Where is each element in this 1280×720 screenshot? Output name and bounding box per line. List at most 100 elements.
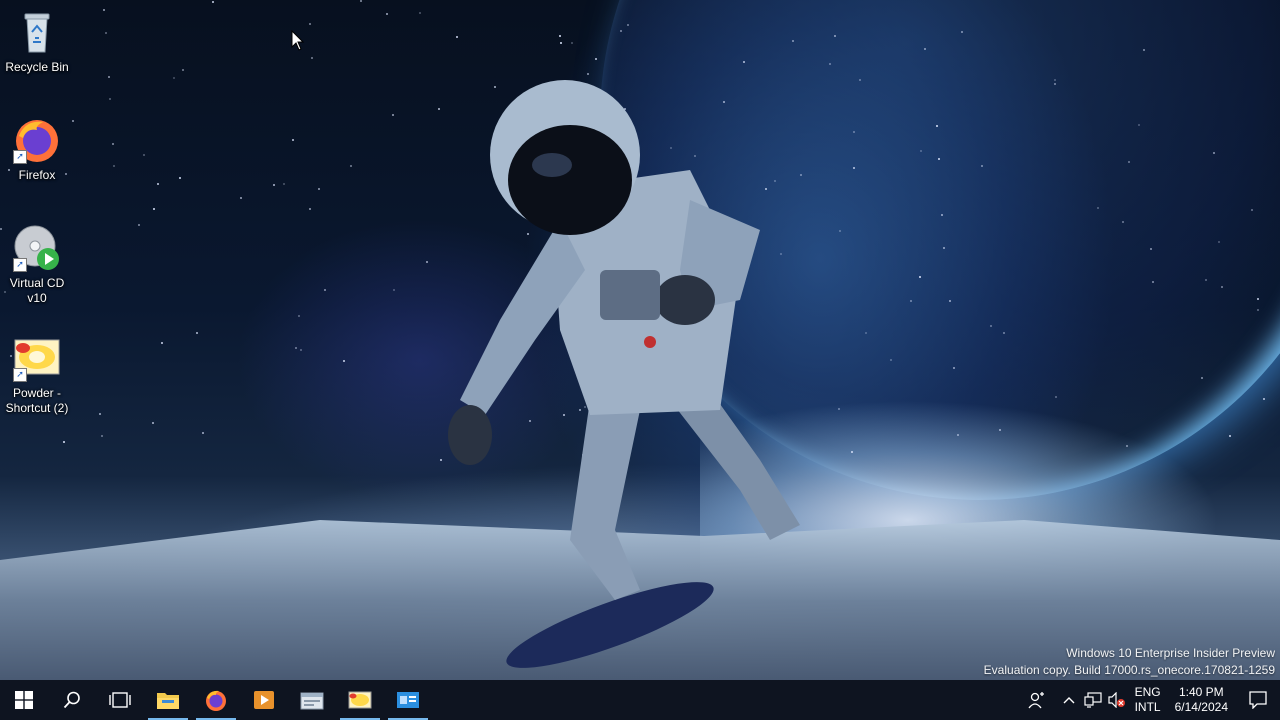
- powder-taskbar-button[interactable]: [336, 680, 384, 720]
- firefox-icon: ➚: [13, 116, 61, 164]
- star: [990, 325, 992, 327]
- task-view-icon: [109, 692, 131, 708]
- network-icon: [1083, 692, 1102, 708]
- star: [196, 332, 198, 334]
- windows-evaluation-watermark: Windows 10 Enterprise Insider Preview Ev…: [984, 645, 1275, 679]
- star: [920, 150, 922, 152]
- star: [1150, 248, 1152, 250]
- task-view-button[interactable]: [96, 680, 144, 720]
- wallpaper-astronaut: [448, 80, 800, 668]
- star: [202, 432, 204, 434]
- star: [240, 197, 242, 199]
- star: [865, 332, 867, 334]
- shortcut-arrow-icon: ➚: [13, 150, 27, 164]
- star: [138, 224, 140, 226]
- shortcut-arrow-icon: ➚: [13, 368, 27, 382]
- star: [283, 183, 285, 185]
- star: [108, 76, 110, 78]
- desktop-icon-label: Virtual CD v10: [9, 276, 65, 305]
- star: [941, 214, 943, 216]
- star: [392, 114, 394, 116]
- star: [360, 0, 362, 2]
- start-button[interactable]: [0, 680, 48, 720]
- desktop-icon-powder[interactable]: ➚ Powder - Shortcut (2): [2, 334, 72, 416]
- star: [300, 349, 302, 351]
- search-button[interactable]: [48, 680, 96, 720]
- star: [999, 429, 1001, 431]
- action-center-button[interactable]: [1236, 680, 1280, 720]
- star: [924, 48, 926, 50]
- star: [153, 208, 155, 210]
- media-player-button[interactable]: [240, 680, 288, 720]
- star: [627, 24, 629, 26]
- people-button[interactable]: [1025, 680, 1049, 720]
- star: [957, 434, 959, 436]
- desktop-icon-label: Powder - Shortcut (2): [5, 386, 69, 415]
- star: [1143, 49, 1145, 51]
- star: [161, 342, 163, 344]
- star: [152, 422, 154, 424]
- star: [309, 208, 311, 210]
- star: [1054, 83, 1056, 85]
- star: [1213, 152, 1215, 154]
- star: [101, 435, 103, 437]
- star: [1054, 79, 1056, 81]
- clock-date: 6/14/2024: [1174, 700, 1228, 714]
- star: [1221, 286, 1223, 288]
- file-explorer-button[interactable]: [144, 680, 192, 720]
- star: [620, 30, 622, 32]
- star: [938, 158, 940, 160]
- star: [109, 98, 111, 100]
- star: [1229, 435, 1231, 437]
- star: [919, 276, 921, 278]
- folder-icon: [157, 693, 179, 709]
- virtual-cd-icon: ➚: [13, 224, 61, 272]
- star: [1003, 332, 1005, 334]
- star: [1263, 398, 1265, 400]
- star: [910, 300, 912, 302]
- language-code: ENG: [1134, 685, 1161, 699]
- input-language-indicator[interactable]: ENG INTL: [1129, 685, 1167, 715]
- powder-icon: ➚: [13, 334, 61, 382]
- clock[interactable]: 1:40 PM 6/14/2024: [1167, 685, 1236, 715]
- firefox-taskbar-button[interactable]: [192, 680, 240, 720]
- notification-icon: [1249, 691, 1267, 709]
- star: [1128, 161, 1130, 163]
- star: [103, 9, 105, 11]
- star: [182, 69, 184, 71]
- star: [295, 347, 297, 349]
- volume-button[interactable]: [1105, 680, 1129, 720]
- star: [1251, 209, 1253, 211]
- watermark-line-edition: Windows 10 Enterprise Insider Preview: [1066, 646, 1275, 660]
- desktop-icon-recycle-bin[interactable]: Recycle Bin: [2, 8, 72, 75]
- desktop-icon-virtual-cd[interactable]: ➚ Virtual CD v10: [2, 224, 72, 306]
- star: [834, 35, 836, 37]
- watermark-line-build: Evaluation copy. Build 17000.rs_onecore.…: [983, 663, 1275, 677]
- shortcut-arrow-icon: ➚: [13, 258, 27, 272]
- star: [72, 120, 74, 122]
- network-button[interactable]: [1081, 680, 1105, 720]
- desktop-icon-firefox[interactable]: ➚ Firefox: [2, 116, 72, 183]
- star: [318, 188, 320, 190]
- show-hidden-icons-button[interactable]: [1057, 680, 1081, 720]
- media-player-icon: [254, 691, 274, 709]
- star: [419, 12, 421, 14]
- app-button-blue[interactable]: [384, 680, 432, 720]
- blue-app-icon: [397, 692, 419, 708]
- star: [981, 165, 983, 167]
- star: [559, 35, 561, 37]
- star: [343, 360, 345, 362]
- star: [1201, 377, 1203, 379]
- star: [1055, 396, 1057, 398]
- app-button-window[interactable]: [288, 680, 336, 720]
- star: [1126, 445, 1128, 447]
- star: [1152, 281, 1154, 283]
- star: [1257, 309, 1259, 311]
- star: [792, 40, 794, 42]
- desktop-icon-label: Firefox: [18, 168, 56, 182]
- star: [936, 125, 938, 127]
- star: [1097, 207, 1099, 209]
- desktop-icon-label: Recycle Bin: [5, 60, 69, 74]
- people-icon: [1028, 692, 1044, 709]
- star: [143, 154, 145, 156]
